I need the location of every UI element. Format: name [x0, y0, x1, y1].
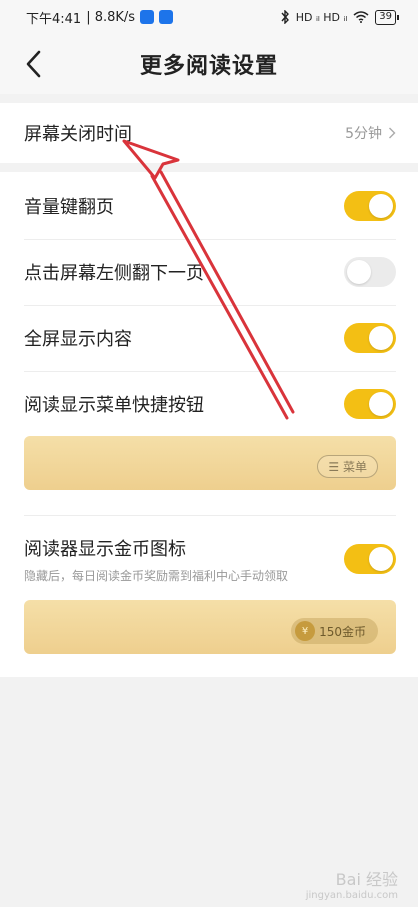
cellular-signal: HD ᵢₗ HD ᵢₗ [295, 10, 348, 24]
setting-label: 音量键翻页 [24, 197, 114, 218]
setting-row-coin-icon: 阅读器显示金币图标 隐藏后，每日阅读金币奖励需到福利中心手动领取 [24, 524, 396, 594]
menu-shortcut-toggle[interactable] [344, 389, 396, 419]
screen-off-value: 5分钟 [345, 126, 382, 142]
tap-left-toggle[interactable] [344, 257, 396, 287]
top-bar: 更多阅读设置 [0, 34, 418, 94]
page-title: 更多阅读设置 [139, 54, 278, 79]
menu-shortcut-preview: ☰ 菜单 [24, 436, 396, 490]
setting-subtitle: 隐藏后，每日阅读金币奖励需到福利中心手动领取 [24, 568, 289, 583]
divider [24, 515, 396, 516]
setting-label: 阅读器显示金币图标 [24, 538, 186, 560]
toggle-knob [369, 392, 393, 416]
screen-off-section: 屏幕关闭时间 5分钟 [0, 103, 418, 163]
toggle-knob [369, 547, 393, 571]
coin-amount: 150金币 [319, 624, 366, 639]
watermark: Bai 经验 jingyan.baidu.com [306, 866, 398, 901]
status-bar: 下午4:41 | 8.8K/s HD ᵢₗ HD ᵢₗ 39 [0, 0, 418, 34]
coin-icon-toggle[interactable] [344, 544, 396, 574]
battery-indicator: 39 [375, 9, 399, 25]
toggle-knob [369, 194, 393, 218]
toggle-knob [369, 326, 393, 350]
bluetooth-icon [281, 10, 289, 24]
setting-row-menu-shortcut: 阅读显示菜单快捷按钮 [24, 372, 396, 436]
setting-label: 阅读显示菜单快捷按钮 [24, 395, 204, 416]
watermark-logo: Bai 经验 [335, 870, 398, 889]
status-time: 下午4:41 [26, 11, 82, 27]
watermark-url: jingyan.baidu.com [305, 890, 398, 901]
coin-icon-preview: ¥ 150金币 [24, 600, 396, 654]
setting-row-tap-left: 点击屏幕左侧翻下一页 [24, 240, 396, 304]
screen-off-value-group: 5分钟 [345, 123, 396, 143]
back-arrow-icon[interactable] [22, 48, 46, 80]
app-notification-icon-2 [159, 10, 174, 24]
screen-off-setting-row[interactable]: 屏幕关闭时间 5分钟 [24, 103, 396, 163]
screen-off-label: 屏幕关闭时间 [24, 124, 132, 145]
wifi-icon [353, 11, 369, 23]
coin-icon: ¥ [295, 621, 316, 641]
app-notification-icon [140, 10, 155, 24]
reading-settings-section: 音量键翻页 点击屏幕左侧翻下一页 全屏显示内容 阅读显示菜单快捷按钮 ☰ 菜单 … [0, 172, 418, 677]
setting-row-volume-key: 音量键翻页 [24, 174, 396, 238]
status-network-speed: | 8.8K/s [86, 9, 136, 25]
setting-row-fullscreen: 全屏显示内容 [24, 306, 396, 370]
menu-pill: ☰ 菜单 [317, 455, 378, 478]
volume-key-toggle[interactable] [344, 191, 396, 221]
fullscreen-toggle[interactable] [344, 323, 396, 353]
setting-label: 全屏显示内容 [24, 329, 132, 350]
toggle-knob [347, 260, 371, 284]
coin-pill: ¥ 150金币 [291, 618, 378, 644]
setting-label: 点击屏幕左侧翻下一页 [24, 263, 204, 284]
chevron-right-icon [389, 127, 396, 139]
